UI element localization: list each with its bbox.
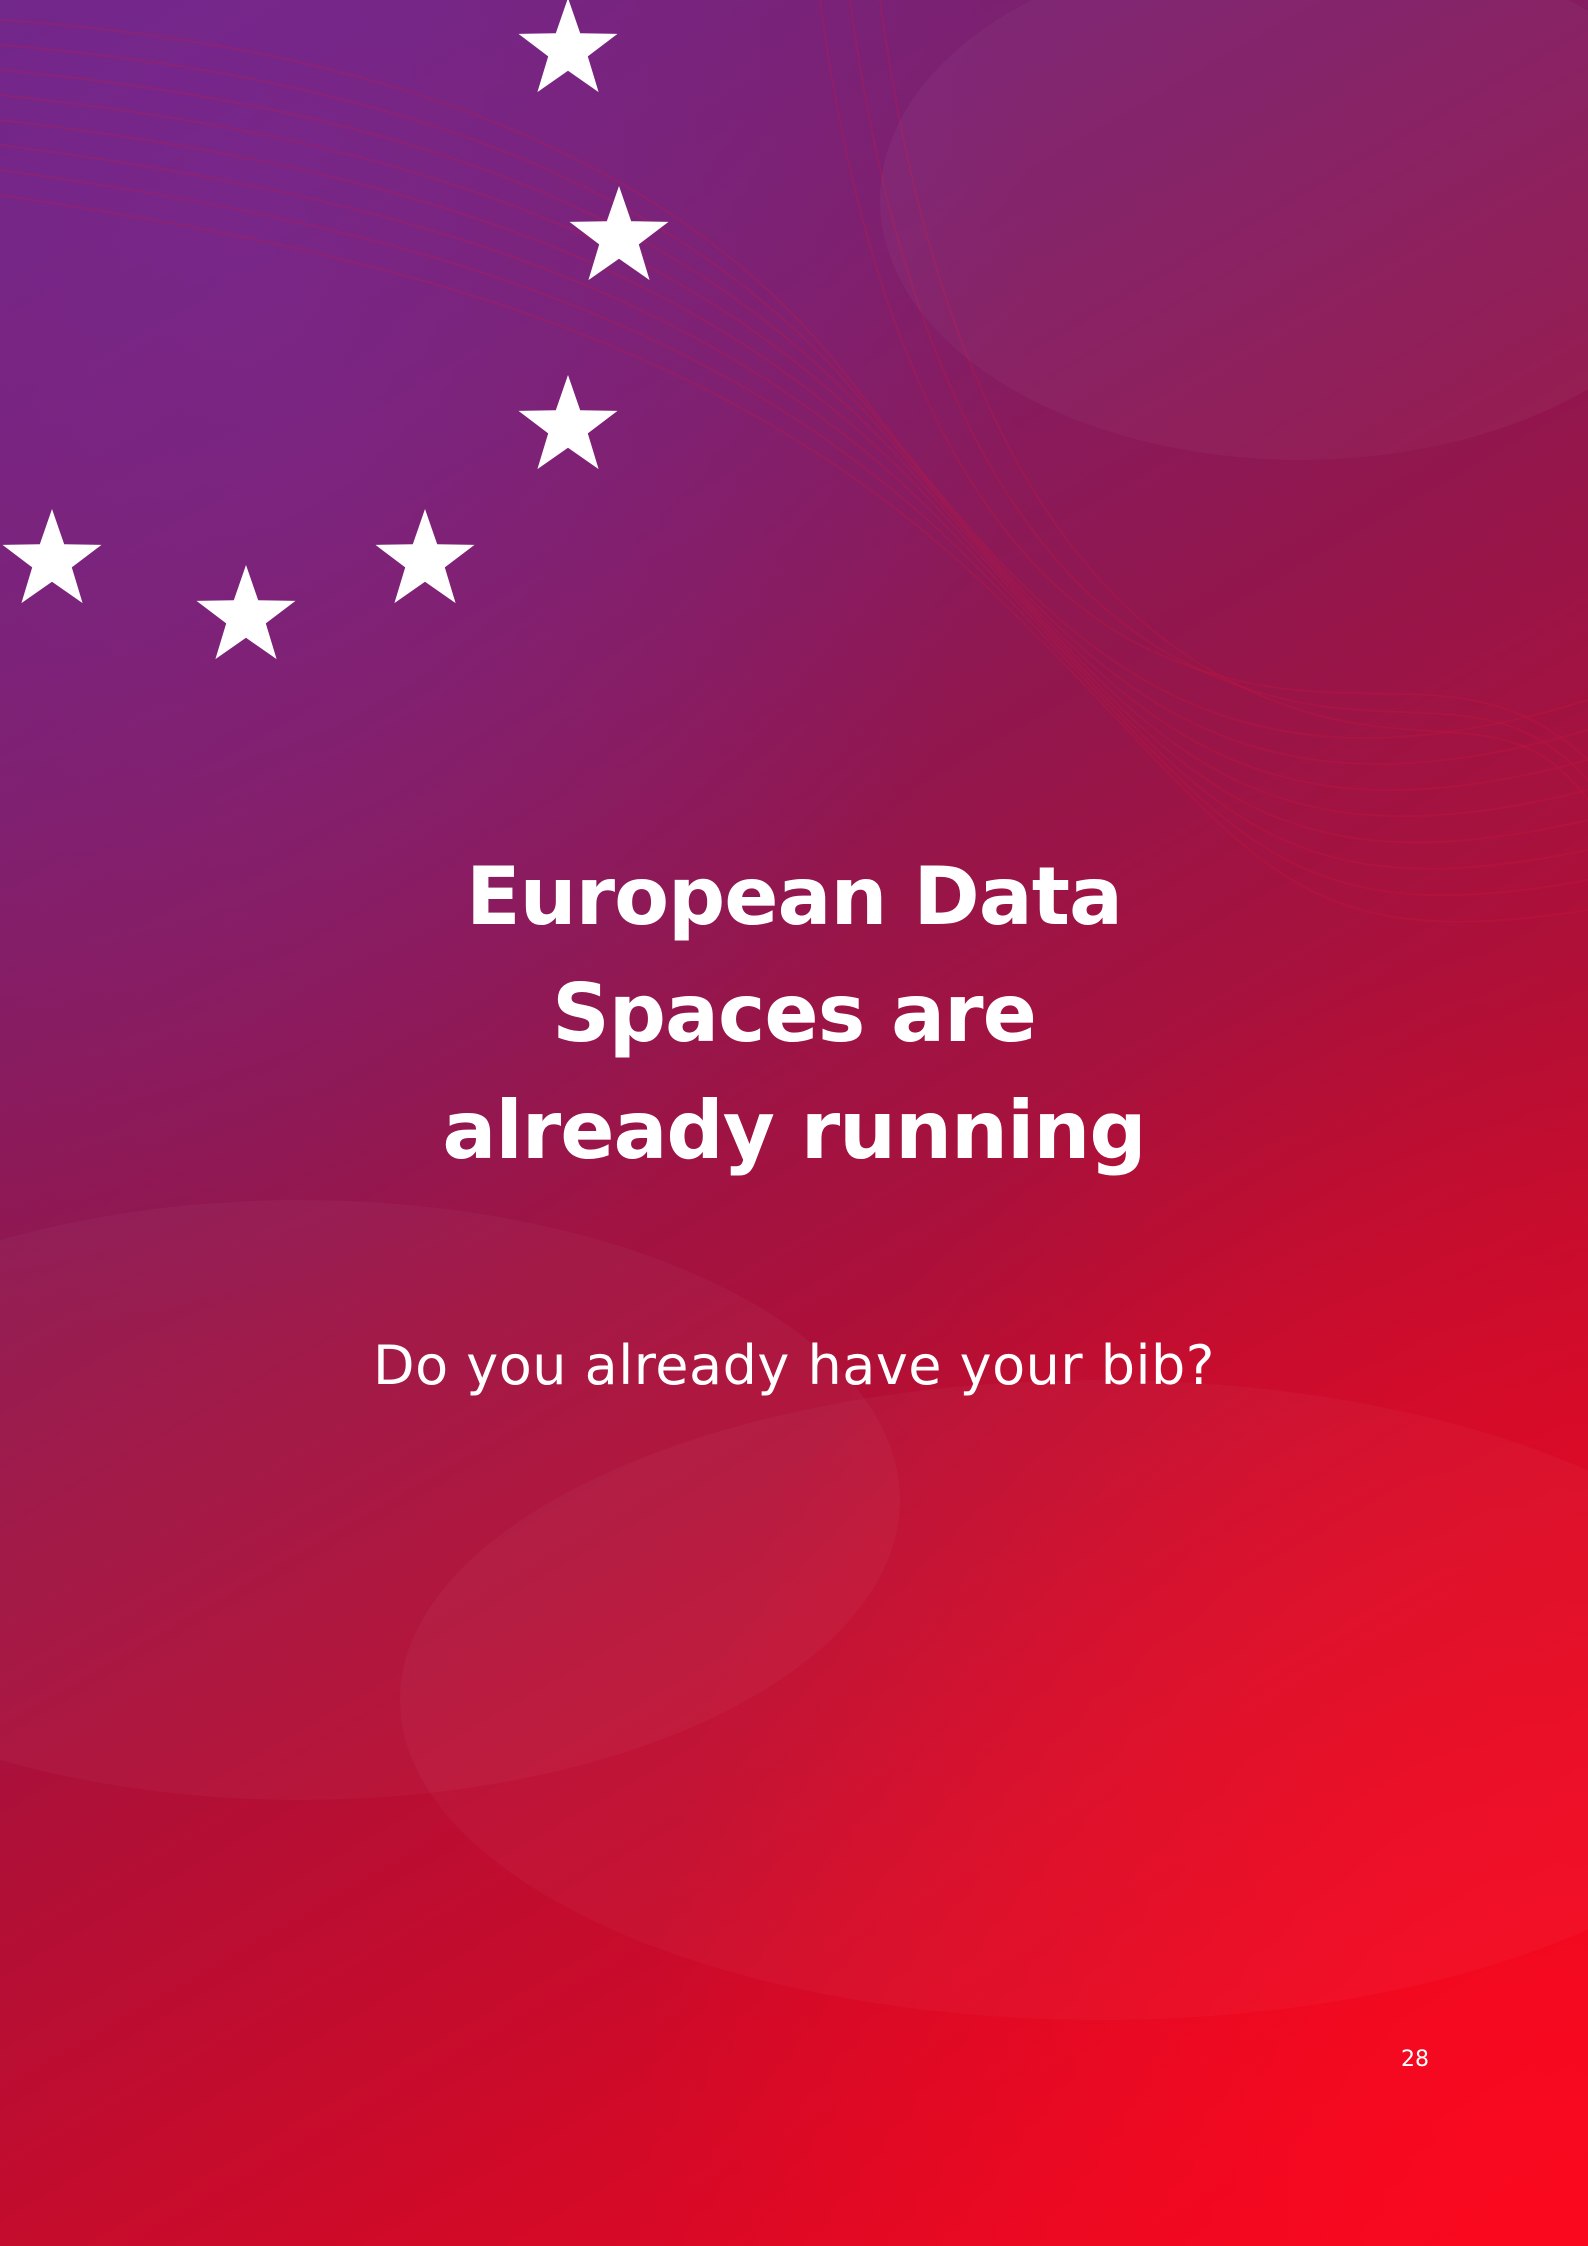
page-subtitle: Do you already have your bib? (373, 1334, 1215, 1397)
star-icon (518, 375, 618, 470)
star-icon (569, 186, 669, 281)
page-title: European Data Spaces are already running (294, 838, 1294, 1189)
title-line: Spaces are (552, 967, 1037, 1060)
document-page: European Data Spaces are already running… (0, 0, 1588, 2246)
star-icon (2, 509, 102, 604)
star-icon (196, 565, 296, 660)
star-icon (375, 509, 475, 604)
star-icon (518, 0, 618, 93)
page-number: 28 (1401, 2047, 1429, 2072)
title-line: already running (442, 1084, 1146, 1177)
title-line: European Data (466, 850, 1123, 943)
